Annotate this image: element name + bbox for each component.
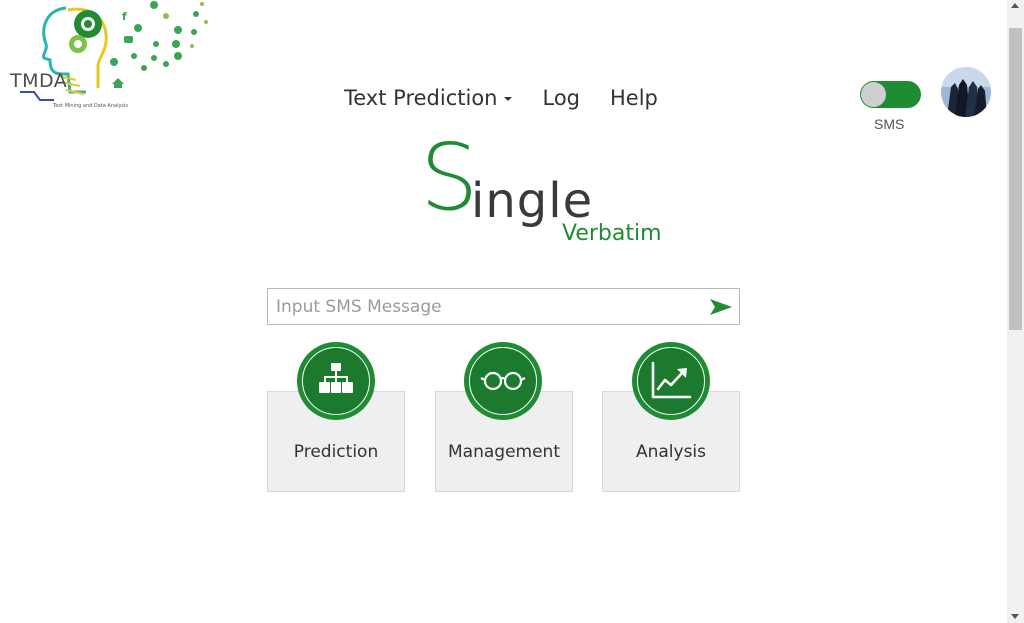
send-arrow-icon (710, 299, 732, 315)
nav-log[interactable]: Log (542, 86, 580, 110)
logo-subtitle: Text Mining and Data Analysis (53, 103, 129, 109)
trend-chart-icon (651, 361, 692, 399)
title-subtitle: Verbatim (562, 221, 662, 246)
head-gear-logo-icon: f (20, 1, 208, 101)
toggle-knob (861, 82, 886, 107)
send-button[interactable] (708, 296, 734, 318)
prediction-card-button[interactable] (297, 342, 375, 420)
scroll-up-arrow-icon[interactable] (1011, 3, 1019, 8)
user-avatar[interactable] (941, 67, 991, 117)
management-card-label: Management (448, 442, 560, 462)
title-first-letter: S (420, 124, 479, 231)
scroll-down-arrow-icon[interactable] (1011, 614, 1019, 619)
sms-input-box (267, 288, 740, 325)
scrollbar-thumb[interactable] (1009, 28, 1022, 330)
analysis-card-button[interactable] (632, 342, 710, 420)
hierarchy-icon (319, 363, 353, 393)
prediction-card-label: Prediction (293, 442, 379, 462)
sms-toggle-label: SMS (874, 116, 905, 132)
sms-toggle-switch[interactable] (860, 81, 921, 108)
main-nav: Text Prediction Log Help (344, 86, 658, 110)
avatar-image-icon (941, 67, 991, 117)
management-card-button[interactable] (464, 342, 542, 420)
nav-text-prediction-label: Text Prediction (344, 86, 498, 110)
nav-text-prediction-dropdown[interactable]: Text Prediction (344, 86, 513, 110)
sms-message-input[interactable] (268, 289, 698, 324)
analysis-card-label: Analysis (635, 442, 707, 462)
logo-title: TMDA (10, 70, 68, 92)
caret-down-icon (504, 97, 513, 101)
nav-help[interactable]: Help (610, 86, 658, 110)
vertical-scrollbar[interactable] (1007, 0, 1024, 623)
tmda-logo[interactable]: f TMDA Text Mining and Data Analysis (6, 0, 210, 115)
svg-text:f: f (122, 10, 127, 23)
glasses-icon (480, 371, 526, 391)
